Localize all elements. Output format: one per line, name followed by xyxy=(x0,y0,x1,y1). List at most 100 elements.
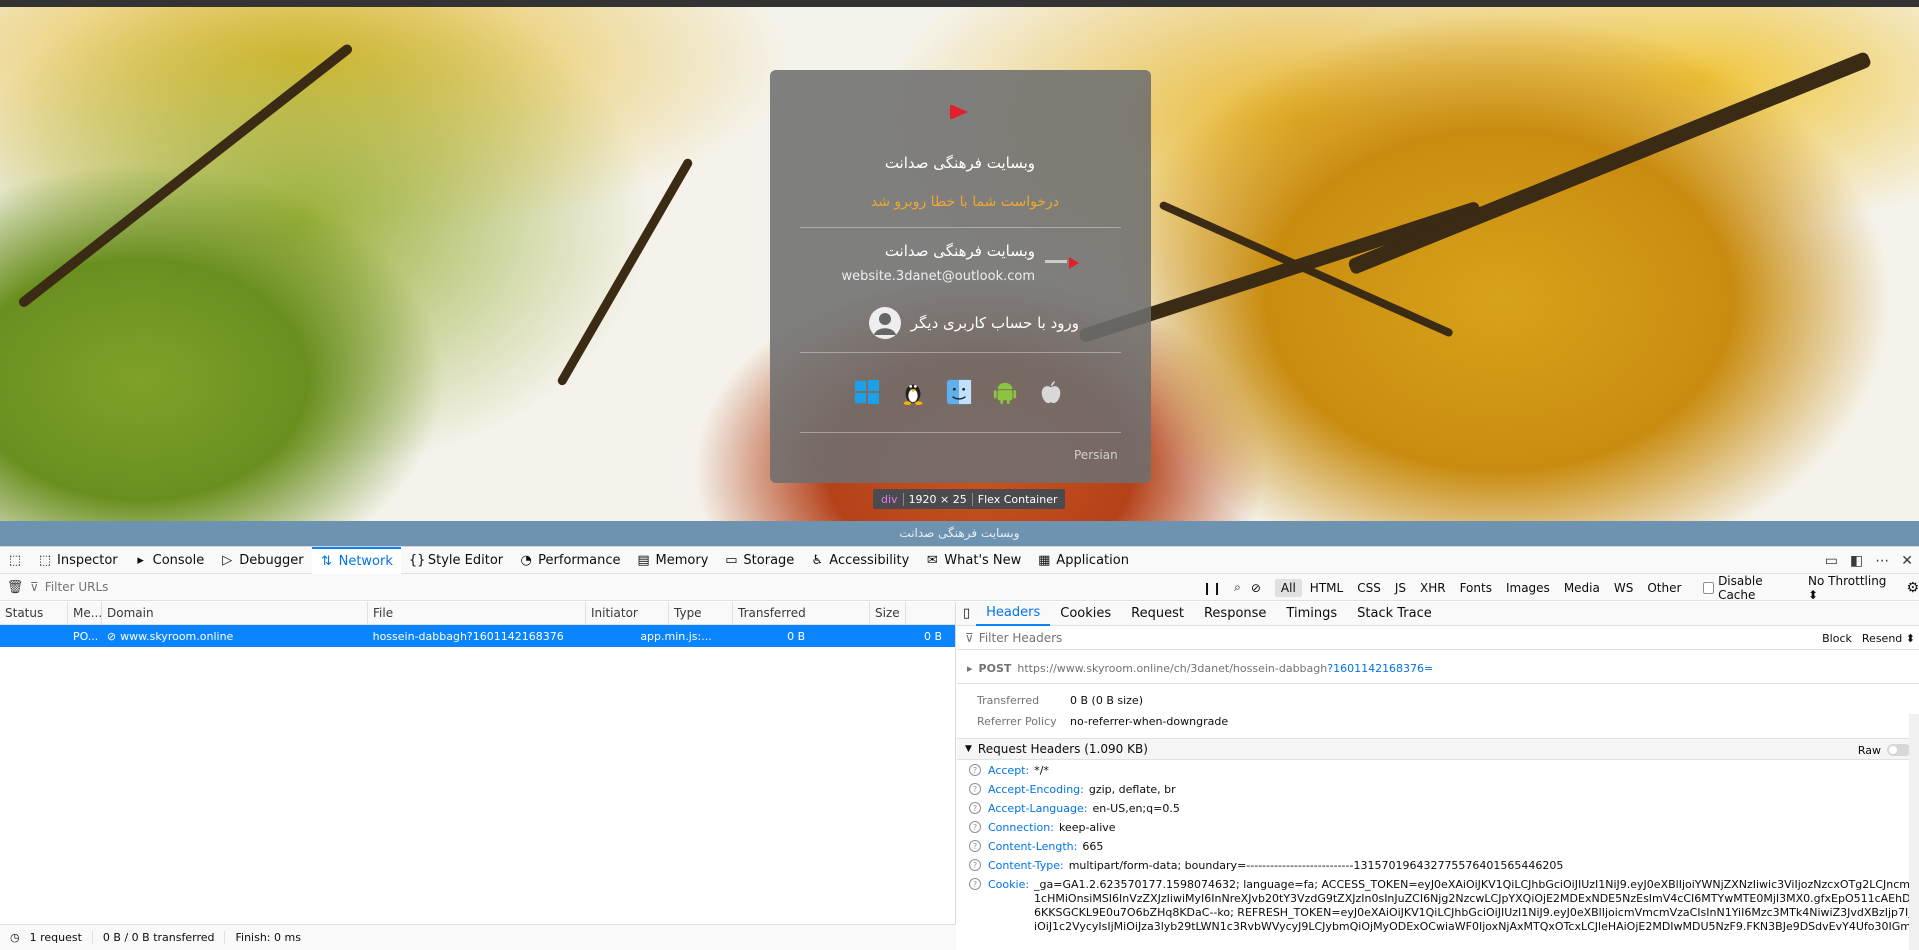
disable-cache-checkbox[interactable]: Disable Cache xyxy=(1703,574,1792,602)
header-row[interactable]: ? Content-Length: 665 xyxy=(957,838,1919,857)
account-name[interactable]: وبسایت فرهنگی صدانت xyxy=(885,242,1035,260)
filter-headers-placeholder: Filter Headers xyxy=(978,630,1063,645)
detail-tab-response[interactable]: Response xyxy=(1194,602,1276,626)
trash-icon[interactable]: 🗑 xyxy=(0,580,30,595)
summary-value: 0 B (0 B size) xyxy=(1070,694,1143,707)
detail-tab-timings[interactable]: Timings xyxy=(1276,602,1347,626)
help-icon[interactable]: ? xyxy=(969,821,981,833)
tab-application[interactable]: ▦ Application xyxy=(1029,547,1137,574)
raw-toggle[interactable]: Raw xyxy=(1858,739,1911,761)
summary-key: Referrer Policy xyxy=(977,715,1057,728)
apple-icon[interactable] xyxy=(1037,378,1065,406)
tooltip-size: 1920 × 25 xyxy=(902,492,972,506)
column-header[interactable]: Size xyxy=(870,602,906,624)
settings-gear-icon[interactable]: ⚙ xyxy=(1906,580,1919,596)
tab-debugger[interactable]: ▷ Debugger xyxy=(212,547,311,574)
help-icon[interactable]: ? xyxy=(969,859,981,871)
tab-what-s-new[interactable]: ✉ What's New xyxy=(917,547,1029,574)
filter-images[interactable]: Images xyxy=(1500,579,1556,597)
column-header[interactable]: Status xyxy=(0,602,68,624)
request-url-line[interactable]: ▸ POST https://www.skyroom.online/ch/3da… xyxy=(957,654,1919,684)
tab-style-editor[interactable]: {} Style Editor xyxy=(401,547,511,574)
language-selector[interactable]: Persian xyxy=(1074,448,1118,462)
column-header[interactable]: Transferred xyxy=(733,602,870,624)
block-icon[interactable]: ⊘ xyxy=(1251,581,1261,595)
account-email[interactable]: website.3danet@outlook.com xyxy=(841,269,1035,284)
search-icon[interactable]: ⌕ xyxy=(1234,580,1241,595)
request-headers-section[interactable]: ▼ Request Headers (1.090 KB) Raw xyxy=(957,738,1919,760)
column-header[interactable]: File xyxy=(368,602,586,624)
summary-row: Transferred 0 B (0 B size) xyxy=(957,690,1919,711)
column-header[interactable]: Me... xyxy=(68,602,102,624)
throttling-select[interactable]: No Throttling ⬍ xyxy=(1808,574,1888,602)
table-row[interactable]: PO... ⊘ www.skyroom.online hossein-dabbag… xyxy=(0,625,955,647)
tooltip-tag: div xyxy=(881,492,898,506)
more-options-icon[interactable]: ⋯ xyxy=(1875,553,1889,569)
header-row[interactable]: ? Connection: keep-alive xyxy=(957,819,1919,838)
tab-performance[interactable]: ◔ Performance xyxy=(511,547,628,574)
filter-js[interactable]: JS xyxy=(1389,579,1412,597)
filter-urls-input[interactable]: ⊽ Filter URLs xyxy=(30,574,1190,601)
help-icon[interactable]: ? xyxy=(969,764,981,776)
tab-network[interactable]: ⇅ Network xyxy=(311,546,401,574)
tab-storage[interactable]: ▭ Storage xyxy=(716,547,802,574)
help-icon[interactable]: ? xyxy=(969,783,981,795)
tab-accessibility[interactable]: ♿ Accessibility xyxy=(802,547,917,574)
detail-tab-headers[interactable]: Headers xyxy=(976,602,1051,626)
filter-all[interactable]: All xyxy=(1274,578,1302,597)
help-icon[interactable]: ? xyxy=(969,878,981,890)
account-logo-icon xyxy=(1045,257,1079,269)
filter-fonts[interactable]: Fonts xyxy=(1454,579,1498,597)
detail-tab-cookies[interactable]: Cookies xyxy=(1050,602,1121,626)
windows-icon[interactable] xyxy=(853,378,881,406)
filter-icon: ⊽ xyxy=(965,630,974,645)
column-header[interactable]: Domain xyxy=(102,602,368,624)
responsive-design-icon[interactable]: ▭ xyxy=(1825,553,1838,569)
detail-tab-request[interactable]: Request xyxy=(1121,602,1194,626)
element-picker-button[interactable]: ⬚ xyxy=(0,547,30,574)
header-row[interactable]: ? Content-Type: multipart/form-data; bound… xyxy=(957,857,1919,876)
details-scrollbar[interactable] xyxy=(1909,714,1919,950)
header-row[interactable]: ? Accept-Encoding: gzip, deflate, br xyxy=(957,781,1919,800)
header-row[interactable]: ? Accept: */* xyxy=(957,762,1919,781)
error-message: درخواست شما با خطا روبرو شد xyxy=(870,194,1059,210)
filter-media[interactable]: Media xyxy=(1558,579,1606,597)
other-account-login-button[interactable]: ورود با حساب کاربری دیگر xyxy=(868,306,1079,340)
application-icon: ▦ xyxy=(1038,552,1051,568)
macos-icon[interactable] xyxy=(945,378,973,406)
close-icon[interactable]: ✕ xyxy=(1901,553,1913,569)
request-url: https://www.skyroom.online/ch/3danet/hos… xyxy=(1017,662,1433,675)
help-icon[interactable]: ? xyxy=(969,840,981,852)
tab-memory[interactable]: ▤ Memory xyxy=(629,547,717,574)
filter-xhr[interactable]: XHR xyxy=(1414,579,1452,597)
block-button[interactable]: Block xyxy=(1822,632,1852,645)
tab-inspector[interactable]: ⬚ Inspector xyxy=(30,547,126,574)
toggle-sidebar-icon[interactable]: ▯ xyxy=(957,602,976,626)
filter-ws[interactable]: WS xyxy=(1608,579,1639,597)
pause-icon[interactable]: ❙❙ xyxy=(1202,581,1222,595)
header-row[interactable]: ? Accept-Language: en-US,en;q=0.5 xyxy=(957,800,1919,819)
tree-branch xyxy=(16,42,355,309)
linux-icon[interactable] xyxy=(899,378,927,406)
filter-other[interactable]: Other xyxy=(1641,579,1687,597)
header-name: Cookie: xyxy=(988,878,1030,891)
column-header[interactable]: Type xyxy=(669,602,733,624)
header-row[interactable]: ? Cookie: _ga=GA1.2.623570177.1598074632; … xyxy=(957,876,1919,936)
android-icon[interactable] xyxy=(991,378,1019,406)
network-icon: ⇅ xyxy=(321,553,333,569)
user-avatar-icon xyxy=(868,307,901,339)
dock-side-icon[interactable]: ◧ xyxy=(1850,553,1863,569)
raw-label: Raw xyxy=(1857,743,1881,757)
filter-headers-input[interactable]: ⊽ Filter Headers Block Resend ⬍ xyxy=(957,626,1919,650)
filter-html[interactable]: HTML xyxy=(1304,579,1349,597)
filter-css[interactable]: CSS xyxy=(1351,579,1387,597)
help-icon[interactable]: ? xyxy=(969,802,981,814)
tab-label: Network xyxy=(338,553,393,569)
memory-icon: ▤ xyxy=(637,552,650,568)
column-header[interactable]: Initiator xyxy=(586,602,669,624)
cell-type xyxy=(718,625,782,647)
resend-button[interactable]: Resend ⬍ xyxy=(1862,632,1915,645)
tab-console[interactable]: ▸ Console xyxy=(126,547,213,574)
detail-tab-stack-trace[interactable]: Stack Trace xyxy=(1347,602,1442,626)
toggle-switch xyxy=(1887,744,1911,756)
